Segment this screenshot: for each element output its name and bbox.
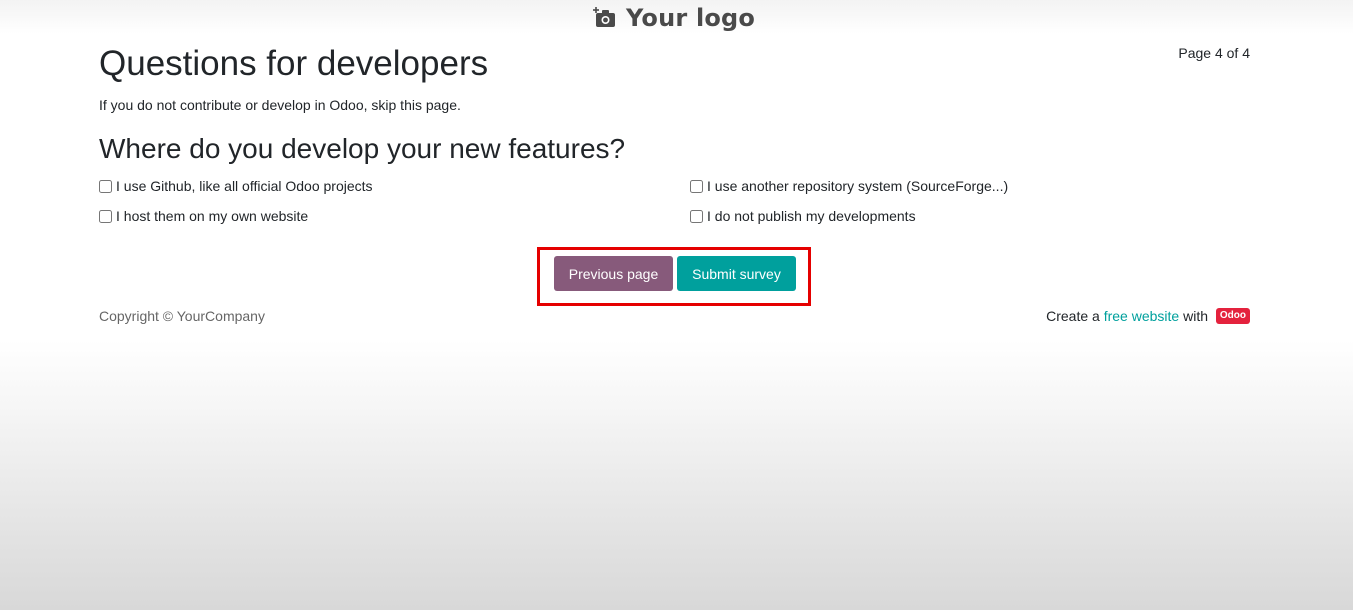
powered-by: Create a free website with Odoo: [1046, 308, 1250, 324]
free-website-link[interactable]: free website: [1104, 308, 1179, 324]
highlight-box: Previous page Submit survey: [537, 247, 811, 306]
page-indicator: Page 4 of 4: [1178, 45, 1250, 61]
page-title: Questions for developers: [99, 44, 489, 83]
with-text: with: [1179, 308, 1212, 324]
choice-own-website[interactable]: I host them on my own website: [99, 208, 308, 224]
choice-label: I use another repository system (SourceF…: [707, 178, 1009, 194]
choice-other-repository-checkbox[interactable]: [690, 179, 703, 193]
previous-page-button[interactable]: Previous page: [554, 256, 673, 291]
choice-do-not-publish-checkbox[interactable]: [690, 209, 703, 223]
copyright-text: Copyright © YourCompany: [99, 308, 265, 324]
odoo-badge[interactable]: Odoo: [1215, 308, 1250, 324]
company-logo[interactable]: Your logo: [592, 4, 755, 32]
choice-github-checkbox[interactable]: [99, 179, 112, 193]
camera-plus-icon: [592, 5, 618, 31]
choice-label: I do not publish my developments: [707, 208, 916, 224]
choice-label: I host them on my own website: [116, 208, 309, 224]
choice-own-website-checkbox[interactable]: [99, 209, 112, 223]
choice-other-repository[interactable]: I use another repository system (SourceF…: [690, 178, 1008, 194]
logo-text: Your logo: [626, 4, 756, 32]
choice-do-not-publish[interactable]: I do not publish my developments: [690, 208, 916, 224]
submit-survey-button[interactable]: Submit survey: [677, 256, 796, 291]
choice-github[interactable]: I use Github, like all official Odoo pro…: [99, 178, 373, 194]
question-title: Where do you develop your new features?: [99, 133, 626, 164]
create-prefix: Create a: [1046, 308, 1104, 324]
page-description: If you do not contribute or develop in O…: [99, 97, 461, 113]
choice-label: I use Github, like all official Odoo pro…: [116, 178, 373, 194]
